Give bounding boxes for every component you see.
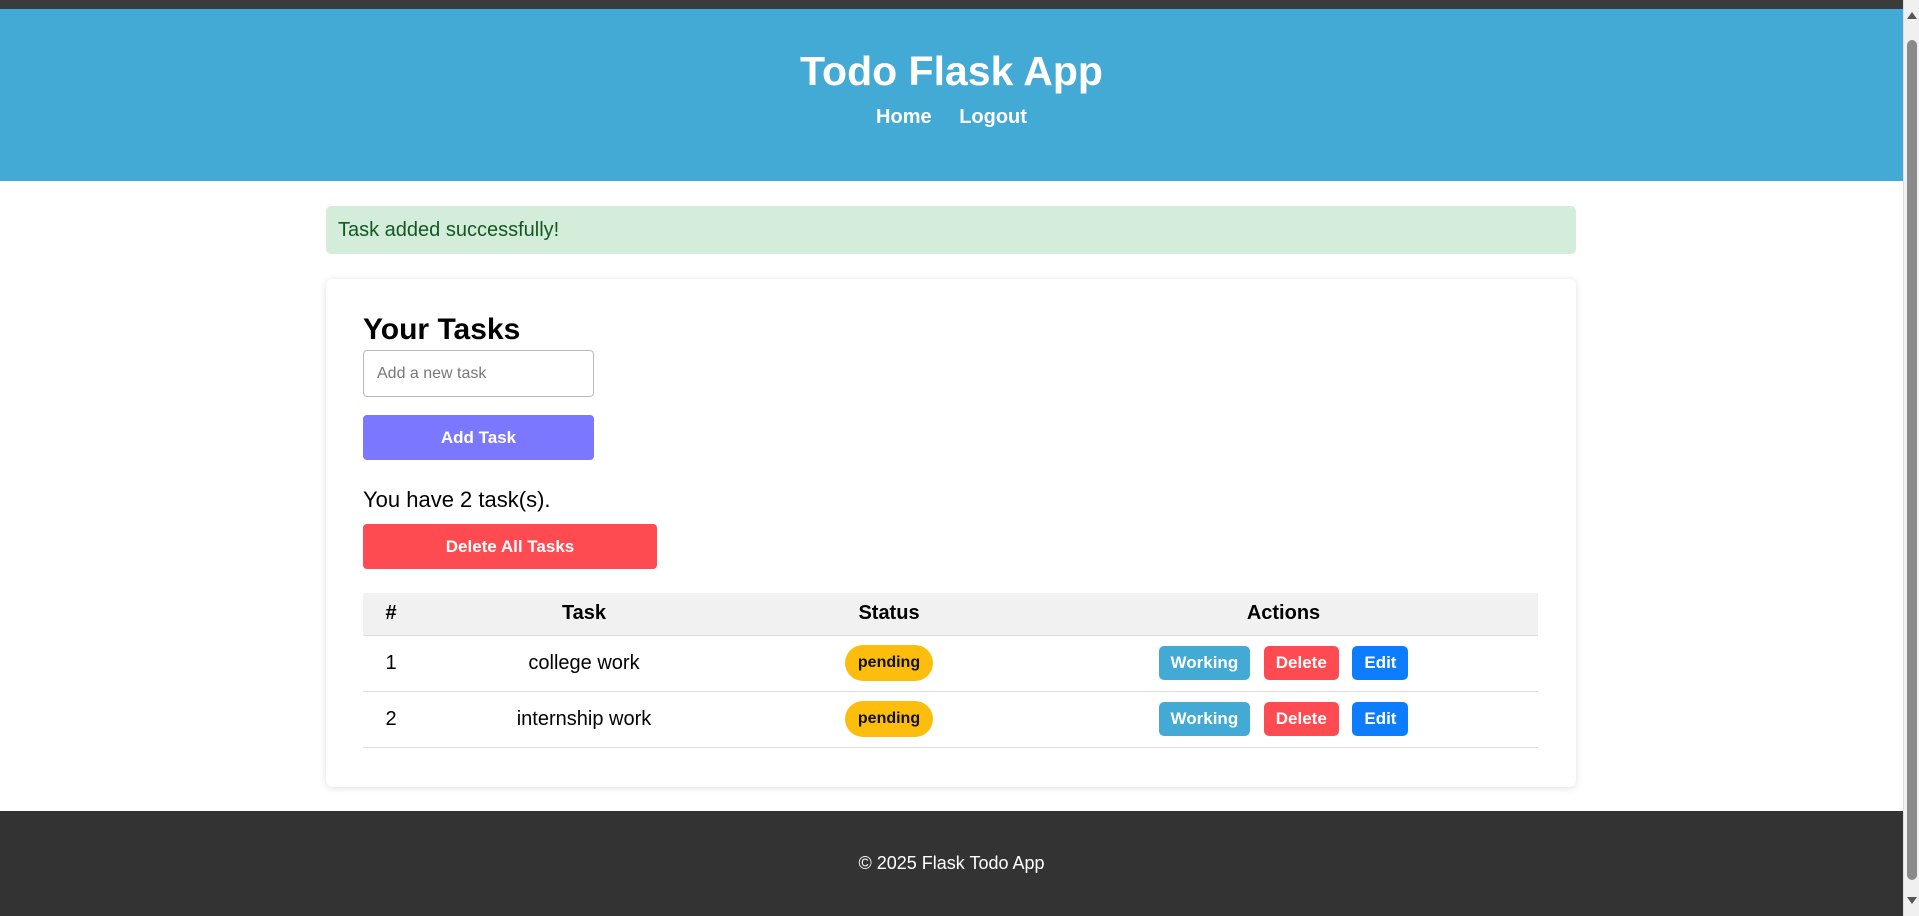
row-status-cell: pending bbox=[749, 691, 1029, 748]
header-task: Task bbox=[419, 593, 749, 636]
flash-success-message: Task added successfully! bbox=[326, 206, 1576, 254]
row-num: 1 bbox=[363, 635, 419, 692]
scroll-down-arrow-icon[interactable] bbox=[1907, 897, 1917, 904]
scroll-thumb[interactable] bbox=[1907, 40, 1917, 880]
table-row: 1 college work pending Working Delete Ed… bbox=[363, 635, 1538, 692]
browser-top-strip bbox=[0, 0, 1903, 9]
status-badge: pending bbox=[844, 701, 934, 737]
delete-button[interactable]: Delete bbox=[1263, 646, 1339, 680]
site-header: Todo Flask App Home Logout bbox=[0, 9, 1903, 181]
status-badge: pending bbox=[844, 645, 934, 681]
site-footer: © 2025 Flask Todo App bbox=[0, 811, 1903, 916]
header-status: Status bbox=[749, 593, 1029, 636]
add-task-button[interactable]: Add Task bbox=[363, 415, 594, 460]
row-num: 2 bbox=[363, 691, 419, 748]
page-scrollbar[interactable] bbox=[1903, 0, 1919, 916]
nav-logout-link[interactable]: Logout bbox=[959, 106, 1027, 128]
tasks-card: Your Tasks Add Task You have 2 task(s). … bbox=[326, 279, 1576, 787]
new-task-input[interactable] bbox=[363, 350, 594, 397]
working-button[interactable]: Working bbox=[1158, 646, 1251, 680]
page: Todo Flask App Home Logout Task added su… bbox=[0, 0, 1919, 916]
row-task: college work bbox=[419, 635, 749, 692]
row-actions: Working Delete Edit bbox=[1029, 635, 1538, 692]
footer-copyright: © 2025 Flask Todo App bbox=[858, 853, 1045, 873]
row-task: internship work bbox=[419, 691, 749, 748]
row-status-cell: pending bbox=[749, 635, 1029, 692]
main-nav: Home Logout bbox=[0, 106, 1903, 129]
working-button[interactable]: Working bbox=[1158, 702, 1251, 736]
app-title: Todo Flask App bbox=[800, 48, 1103, 94]
row-actions: Working Delete Edit bbox=[1029, 691, 1538, 748]
edit-button[interactable]: Edit bbox=[1352, 646, 1409, 680]
delete-all-tasks-button[interactable]: Delete All Tasks bbox=[363, 524, 657, 569]
scroll-up-arrow-icon[interactable] bbox=[1907, 12, 1917, 19]
tasks-table: # Task Status Actions 1 college work pen… bbox=[363, 593, 1538, 748]
nav-home-link[interactable]: Home bbox=[876, 106, 932, 128]
task-count-text: You have 2 task(s). bbox=[363, 487, 551, 512]
header-actions: Actions bbox=[1029, 593, 1538, 636]
tasks-title: Your Tasks bbox=[363, 313, 521, 346]
table-header-row: # Task Status Actions bbox=[363, 593, 1538, 636]
header-num: # bbox=[363, 593, 419, 636]
edit-button[interactable]: Edit bbox=[1352, 702, 1409, 736]
table-row: 2 internship work pending Working Delete… bbox=[363, 691, 1538, 748]
delete-button[interactable]: Delete bbox=[1263, 702, 1339, 736]
